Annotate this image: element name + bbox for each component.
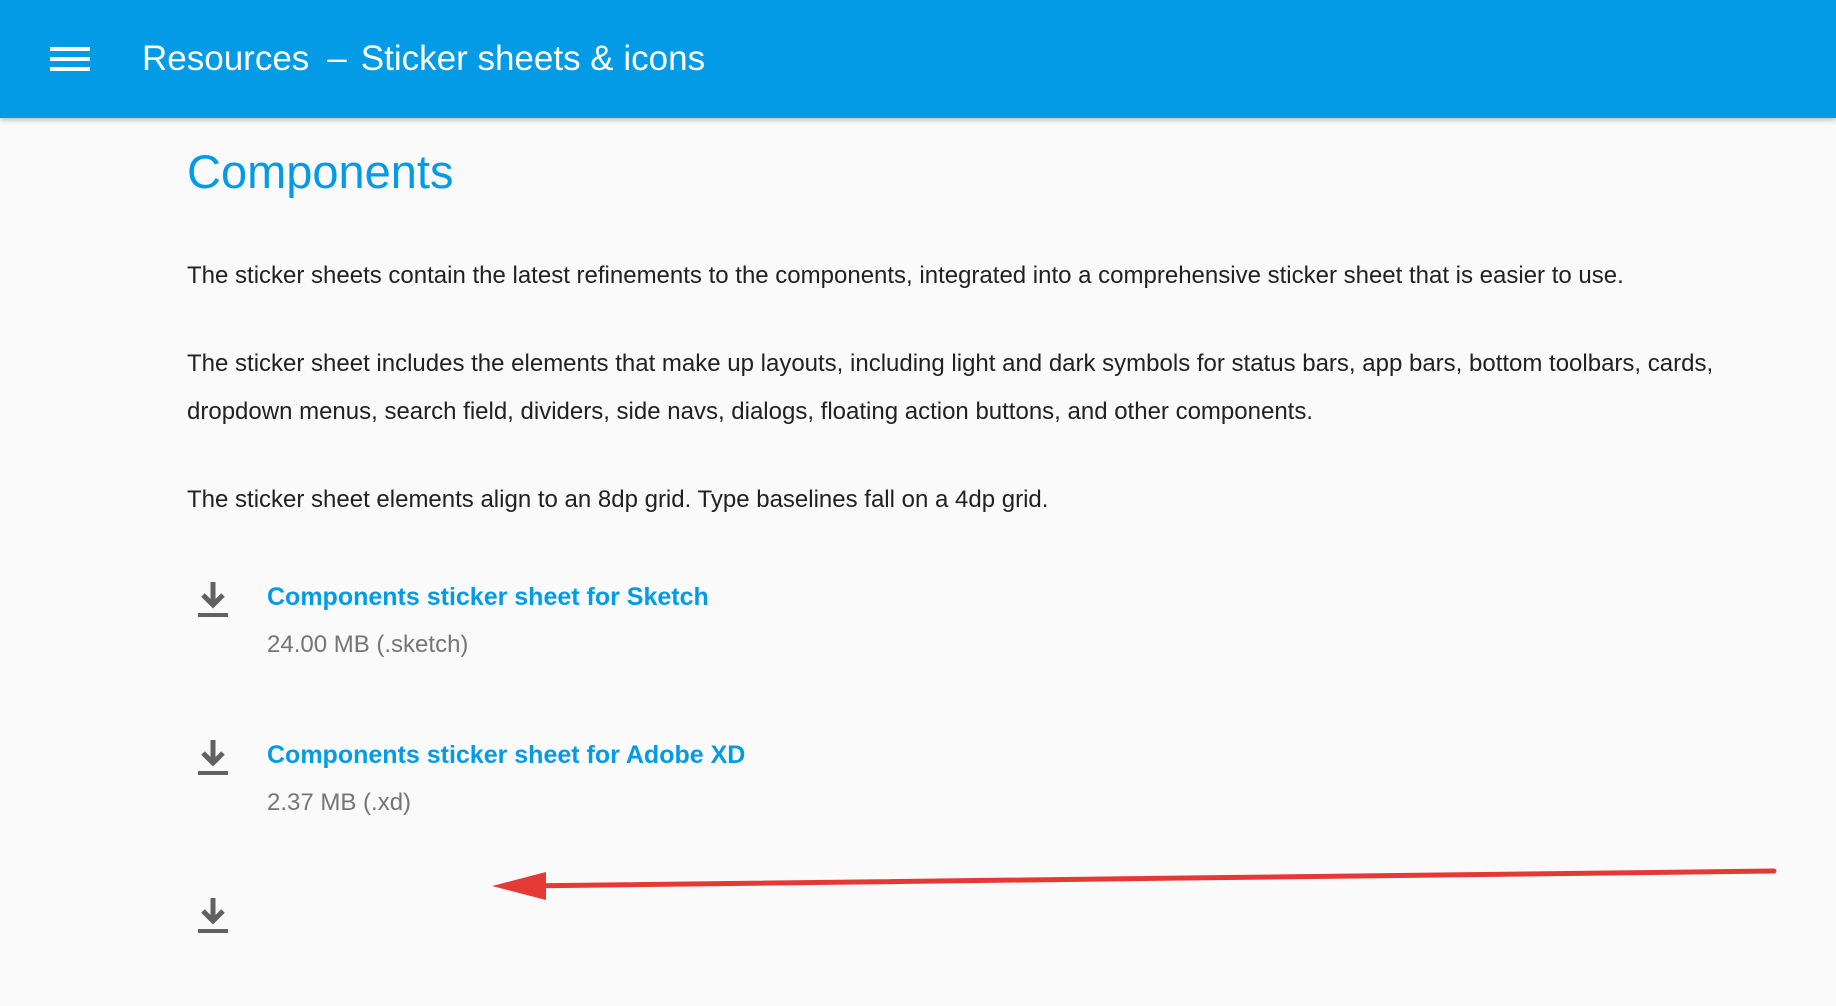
- download-link-adobe-xd[interactable]: Components sticker sheet for Adobe XD: [267, 738, 745, 772]
- breadcrumb-separator: –: [327, 39, 347, 78]
- description-paragraph: The sticker sheet includes the elements …: [187, 350, 1714, 426]
- download-icon[interactable]: [195, 580, 231, 620]
- grid-paragraph: The sticker sheet elements align to an 8…: [187, 486, 1049, 514]
- download-item-partial: [187, 896, 1717, 1006]
- intro-paragraph: The sticker sheets contain the latest re…: [187, 262, 1624, 290]
- main-content: Components The sticker sheets contain th…: [187, 118, 1717, 1006]
- file-size: 2.37 MB (.xd): [267, 789, 412, 817]
- hamburger-menu-icon[interactable]: [48, 37, 92, 81]
- app-bar: Resources – Sticker sheets & icons: [0, 0, 1836, 118]
- app-bar-title: Resources – Sticker sheets & icons: [142, 39, 705, 79]
- download-item-adobe-xd: Components sticker sheet for Adobe XD 2.…: [187, 738, 1717, 848]
- file-size: 24.00 MB (.sketch): [267, 631, 469, 659]
- download-icon[interactable]: [195, 738, 231, 778]
- download-link-sketch[interactable]: Components sticker sheet for Sketch: [267, 580, 709, 614]
- download-item-sketch: Components sticker sheet for Sketch 24.0…: [187, 580, 1717, 690]
- breadcrumb-page: Sticker sheets & icons: [360, 39, 706, 78]
- page-title: Components: [187, 145, 454, 198]
- download-icon[interactable]: [195, 896, 231, 936]
- breadcrumb-section[interactable]: Resources: [142, 39, 309, 78]
